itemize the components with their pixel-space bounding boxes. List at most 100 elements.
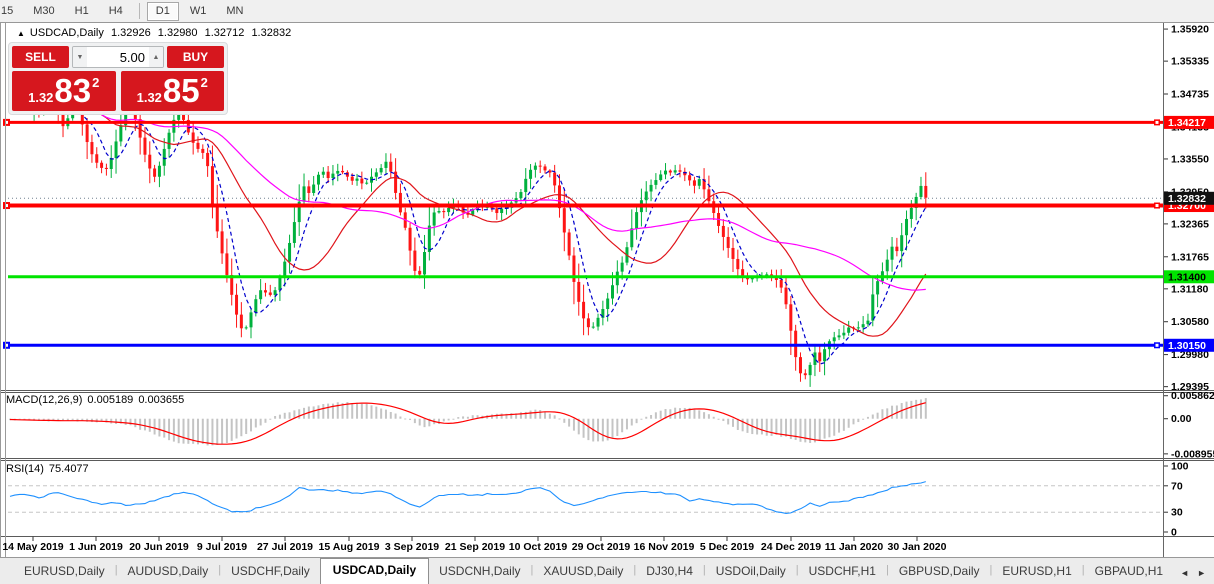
macd-histogram-bar: [240, 418, 243, 437]
date-axis-label: 16 Nov 2019: [634, 541, 695, 553]
macd-histogram-bar: [558, 418, 561, 420]
candle-body: [148, 154, 152, 169]
rsi-axis-label: 100: [1171, 461, 1189, 473]
macd-value-signal: 0.003655: [138, 394, 185, 406]
macd-histogram-bar: [905, 401, 908, 419]
price-axis-label: 1.32365: [1171, 218, 1209, 230]
volume-decrease-button[interactable]: ▼: [73, 47, 87, 67]
macd-histogram-bar: [245, 418, 248, 435]
macd-histogram-bar: [404, 418, 407, 420]
candle-body: [316, 174, 320, 185]
macd-histogram-bar: [423, 418, 426, 428]
tabs-scroll-right-icon[interactable]: ►: [1197, 568, 1206, 578]
tab-usdchf-h1[interactable]: USDCHF,H1: [799, 560, 886, 584]
chart-header: ▲ USDCAD,Daily 1.32926 1.32980 1.32712 1.…: [17, 27, 295, 39]
candle-body: [254, 299, 258, 313]
candle-body: [678, 170, 682, 172]
sell-price-button[interactable]: 1.32 83 2: [12, 71, 116, 111]
macd-axis-label: -0.008955: [1171, 448, 1214, 460]
macd-histogram-bar: [799, 418, 802, 442]
macd-histogram-bar: [635, 418, 638, 424]
candle-body: [876, 281, 880, 295]
buy-price-button[interactable]: 1.32 85 2: [120, 71, 224, 111]
macd-histogram-bar: [553, 415, 556, 419]
date-axis-label: 20 Jun 2019: [129, 541, 189, 553]
candle-body: [196, 142, 200, 149]
macd-histogram-bar: [351, 403, 354, 419]
candle-body: [673, 170, 677, 173]
macd-histogram-bar: [418, 418, 421, 426]
macd-histogram-bar: [327, 403, 330, 419]
macd-histogram-bar: [384, 409, 387, 419]
tab-usdchf-daily[interactable]: USDCHF,Daily: [221, 560, 320, 584]
macd-histogram-bar: [563, 418, 566, 423]
one-click-trade-panel: SELL ▼ ▲ BUY 1.32 83 2 1.32 85 2: [8, 42, 228, 115]
tab-eurusd-h1[interactable]: EURUSD,H1: [992, 560, 1081, 584]
macd-histogram-bar: [288, 412, 291, 419]
macd-histogram-bar: [254, 418, 257, 428]
macd-histogram-bar: [462, 416, 465, 419]
candle-body: [856, 327, 860, 329]
macd-histogram-bar: [645, 416, 648, 419]
tab-usdcad-daily[interactable]: USDCAD,Daily: [319, 558, 430, 584]
candle-body: [692, 180, 696, 186]
volume-increase-button[interactable]: ▲: [149, 47, 163, 67]
macd-histogram-bar: [597, 418, 600, 442]
macd-histogram-bar: [683, 407, 686, 419]
candle-body: [553, 172, 557, 186]
macd-histogram-bar: [187, 418, 190, 444]
tab-eurusd-daily[interactable]: EURUSD,Daily: [14, 560, 115, 584]
candle-body: [384, 161, 388, 168]
macd-histogram-bar: [196, 418, 199, 445]
candle-body: [394, 171, 398, 193]
price-axis-label: 1.33550: [1171, 153, 1209, 165]
tabs-scroll-left-icon[interactable]: ◄: [1180, 568, 1189, 578]
collapse-panel-icon[interactable]: ▲: [17, 29, 25, 38]
macd-histogram-bar: [264, 418, 267, 423]
buy-price-sup: 2: [200, 75, 208, 90]
date-axis-label: 11 Jan 2020: [825, 541, 884, 553]
macd-histogram-bar: [630, 418, 633, 426]
candle-body: [861, 324, 865, 328]
macd-histogram-bar: [862, 418, 865, 420]
volume-input[interactable]: [87, 47, 149, 67]
candle-body: [143, 137, 147, 155]
tab-audusd-daily[interactable]: AUDUSD,Daily: [118, 560, 219, 584]
sell-button[interactable]: SELL: [12, 46, 69, 68]
tab-gbpusd-daily[interactable]: GBPUSD,Daily: [889, 560, 990, 584]
candle-body: [210, 166, 214, 204]
macd-histogram-bar: [818, 418, 821, 442]
macd-histogram-bar: [611, 418, 614, 439]
macd-histogram-bar: [447, 418, 450, 421]
candle-body: [837, 335, 841, 338]
candle-body: [153, 168, 157, 177]
macd-histogram-bar: [678, 408, 681, 419]
candle-body: [427, 225, 431, 253]
date-axis-label: 30 Jan 2020: [888, 541, 947, 553]
tab-dj30-h4[interactable]: DJ30,H4: [636, 560, 703, 584]
buy-button[interactable]: BUY: [167, 46, 224, 68]
candle-body: [225, 253, 229, 275]
tab-usdoil-daily[interactable]: USDOil,Daily: [706, 560, 796, 584]
date-axis-label: 1 Jun 2019: [69, 541, 123, 553]
candle-body: [866, 320, 870, 325]
date-axis-label: 9 Jul 2019: [197, 541, 247, 553]
bid-price-tag-label: 1.32832: [1168, 193, 1206, 205]
macd-histogram-bar: [62, 418, 65, 421]
tab-gbpaud-h1[interactable]: GBPAUD,H1: [1085, 560, 1173, 584]
candle-body: [885, 259, 889, 272]
tab-usdcnh-daily[interactable]: USDCNH,Daily: [429, 560, 530, 584]
candle-body: [582, 301, 586, 319]
candle-body: [567, 232, 571, 256]
candle-body: [321, 171, 325, 175]
macd-histogram-bar: [871, 414, 874, 419]
macd-axis-label: 0.00: [1171, 413, 1192, 425]
date-axis-label: 3 Sep 2019: [385, 541, 439, 553]
candle-body: [288, 242, 292, 262]
macd-histogram-bar: [129, 418, 132, 426]
candle-body: [813, 352, 817, 365]
candle-body: [249, 312, 253, 328]
tab-xauusd-daily[interactable]: XAUUSD,Daily: [533, 560, 633, 584]
candle-body: [379, 167, 383, 173]
candle-body: [442, 210, 446, 213]
